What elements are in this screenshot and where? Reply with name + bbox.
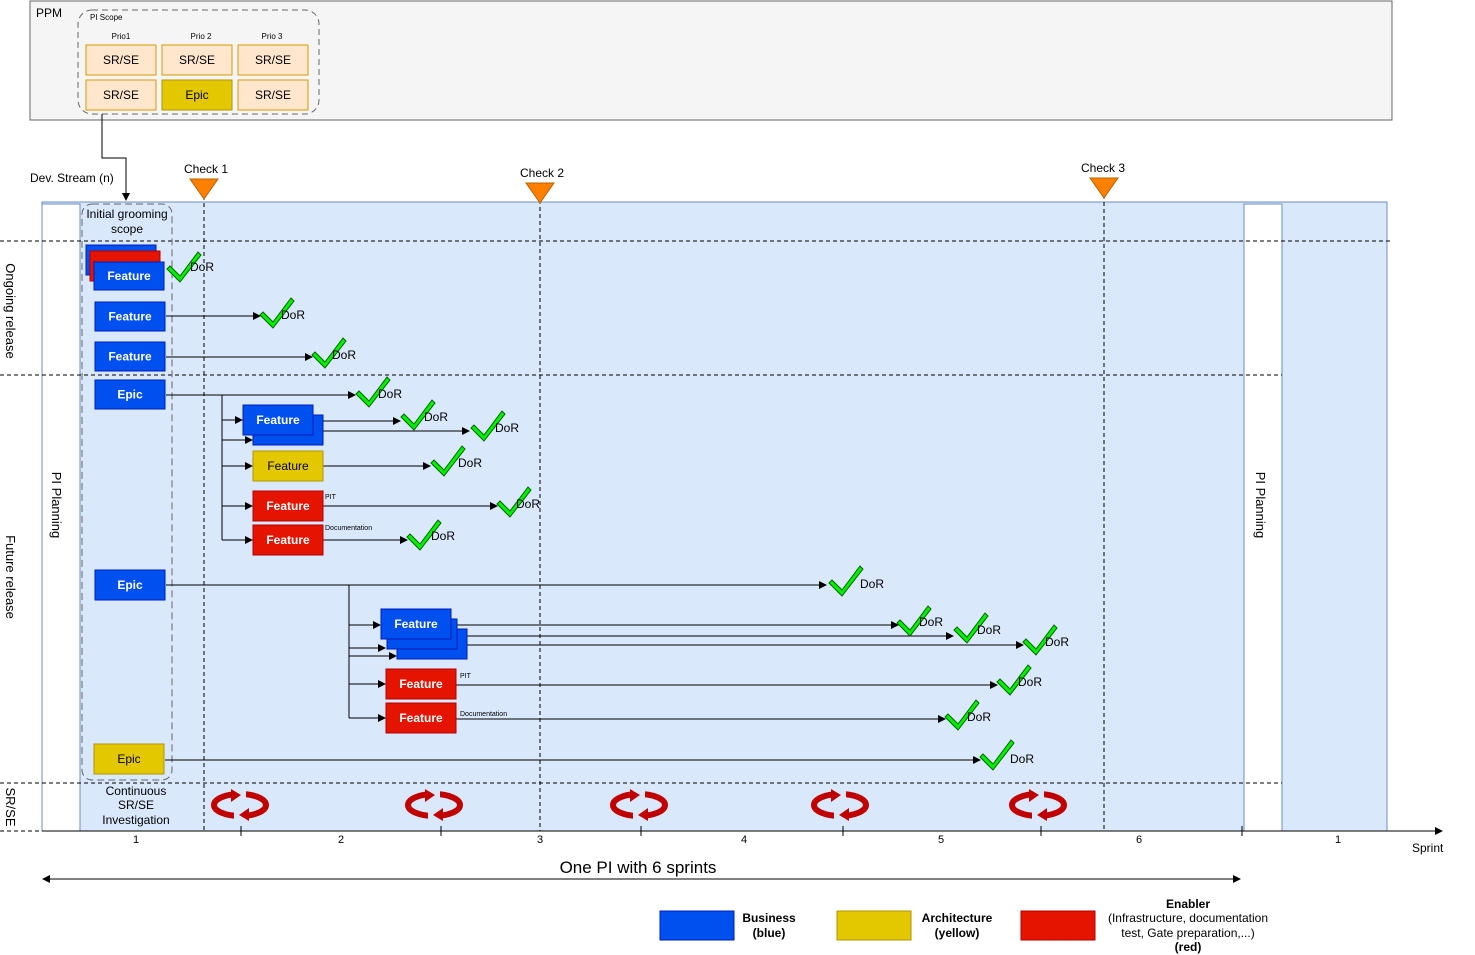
ppm-cell-label: SR/SE — [103, 53, 139, 67]
continuous-line1: Continuous — [106, 784, 167, 798]
dor-label: DoR — [424, 410, 448, 424]
ppm-panel — [29, 0, 1393, 121]
dor-label: DoR — [919, 615, 943, 629]
legend-business-name: Business — [742, 911, 796, 925]
check3-label: Check 3 — [1081, 161, 1125, 175]
legend-enabler-swatch — [1020, 910, 1096, 941]
grooming-label-line1: Initial grooming — [86, 207, 167, 221]
dor-label: DoR — [977, 623, 1001, 637]
business-item-label: Feature — [256, 413, 300, 427]
dor-label: DoR — [332, 348, 356, 362]
documentation-label-1: Documentation — [325, 525, 372, 532]
dor-label: DoR — [378, 387, 402, 401]
axis-label: Sprint — [1412, 841, 1444, 855]
sprint-tick-label: 6 — [1136, 834, 1142, 846]
prio3-header: Prio 3 — [262, 32, 283, 41]
continuous-line3: Investigation — [102, 813, 169, 827]
architecture-item-label: Epic — [117, 752, 140, 766]
ppm-to-stream-connector — [101, 114, 130, 201]
row-label-ongoing: Ongoing release — [3, 263, 18, 358]
dor-label: DoR — [281, 308, 305, 322]
legend-enabler-sub2: test, Gate preparation,...) — [1121, 926, 1254, 940]
check3-marker-icon — [1089, 177, 1119, 199]
sprint-tick-label: 2 — [338, 834, 344, 846]
ppm-cell-label: SR/SE — [103, 88, 139, 102]
legend-enabler-name: Enabler — [1166, 897, 1210, 911]
grooming-label-line2: scope — [111, 222, 143, 236]
dor-label: DoR — [458, 456, 482, 470]
pit-label-2: PIT — [460, 673, 472, 680]
sprint-tick-label: 5 — [938, 834, 944, 846]
enabler-item-label: Feature — [266, 533, 310, 547]
documentation-label-2: Documentation — [460, 711, 507, 718]
dor-label: DoR — [516, 497, 540, 511]
pi-scope-label: PI Scope — [90, 13, 123, 22]
sprint-tick-label: 1 — [133, 834, 139, 846]
legend-architecture-name: Architecture — [922, 911, 993, 925]
dor-label: DoR — [431, 529, 455, 543]
business-item-label: Feature — [394, 617, 438, 631]
check1-label: Check 1 — [184, 162, 228, 176]
check1-marker-icon — [189, 178, 219, 200]
business-item-label: Feature — [107, 269, 151, 283]
enabler-item-label: Feature — [399, 711, 443, 725]
prio2-header: Prio 2 — [191, 32, 212, 41]
architecture-item-label: Feature — [267, 459, 309, 473]
stream-label: Dev. Stream (n) — [30, 171, 114, 185]
continuous-line2: SR/SE — [118, 798, 154, 812]
business-item-label: Epic — [117, 388, 143, 402]
business-item-label: Feature — [108, 350, 152, 364]
dor-label: DoR — [1018, 675, 1042, 689]
legend-architecture-swatch — [836, 910, 912, 941]
dor-label: DoR — [495, 421, 519, 435]
prio1-header: Prio1 — [112, 32, 131, 41]
check2-marker-icon — [525, 182, 555, 204]
ppm-label: PPM — [36, 6, 62, 20]
pi-planning-left-label: PI Planning — [49, 472, 64, 539]
row-label-srse: SR/SE — [3, 787, 18, 826]
dor-label: DoR — [860, 577, 884, 591]
pi-band — [41, 201, 1388, 832]
ppm-cell-label: SR/SE — [255, 53, 291, 67]
pi-planning-right-label: PI Planning — [1253, 472, 1268, 539]
legend-enabler-sub3: (red) — [1175, 940, 1202, 954]
dor-label: DoR — [1045, 635, 1069, 649]
legend-business-swatch — [659, 910, 735, 941]
business-item-label: Epic — [117, 578, 143, 592]
legend-business-sub: (blue) — [753, 926, 786, 940]
ppm-cell-label: SR/SE — [179, 53, 215, 67]
sprint-tick-label: 4 — [741, 834, 747, 846]
dor-label: DoR — [967, 710, 991, 724]
ppm-cell-label: Epic — [185, 88, 208, 102]
sprint-tick-label: 1 — [1335, 834, 1341, 846]
row-label-future: Future release — [3, 535, 18, 619]
enabler-item-label: Feature — [266, 499, 310, 513]
sprint-tick-label: 3 — [537, 834, 543, 846]
legend-architecture-sub: (yellow) — [935, 926, 980, 940]
check2-label: Check 2 — [520, 166, 564, 180]
pit-label-1: PIT — [325, 494, 337, 501]
enabler-item-label: Feature — [399, 677, 443, 691]
dor-label: DoR — [1010, 752, 1034, 766]
legend-enabler-sub1: (Infrastructure, documentation — [1108, 911, 1268, 925]
dor-label: DoR — [190, 260, 214, 274]
business-item-label: Feature — [108, 310, 152, 324]
ppm-cell-label: SR/SE — [255, 88, 291, 102]
pi-span-label: One PI with 6 sprints — [560, 858, 717, 877]
